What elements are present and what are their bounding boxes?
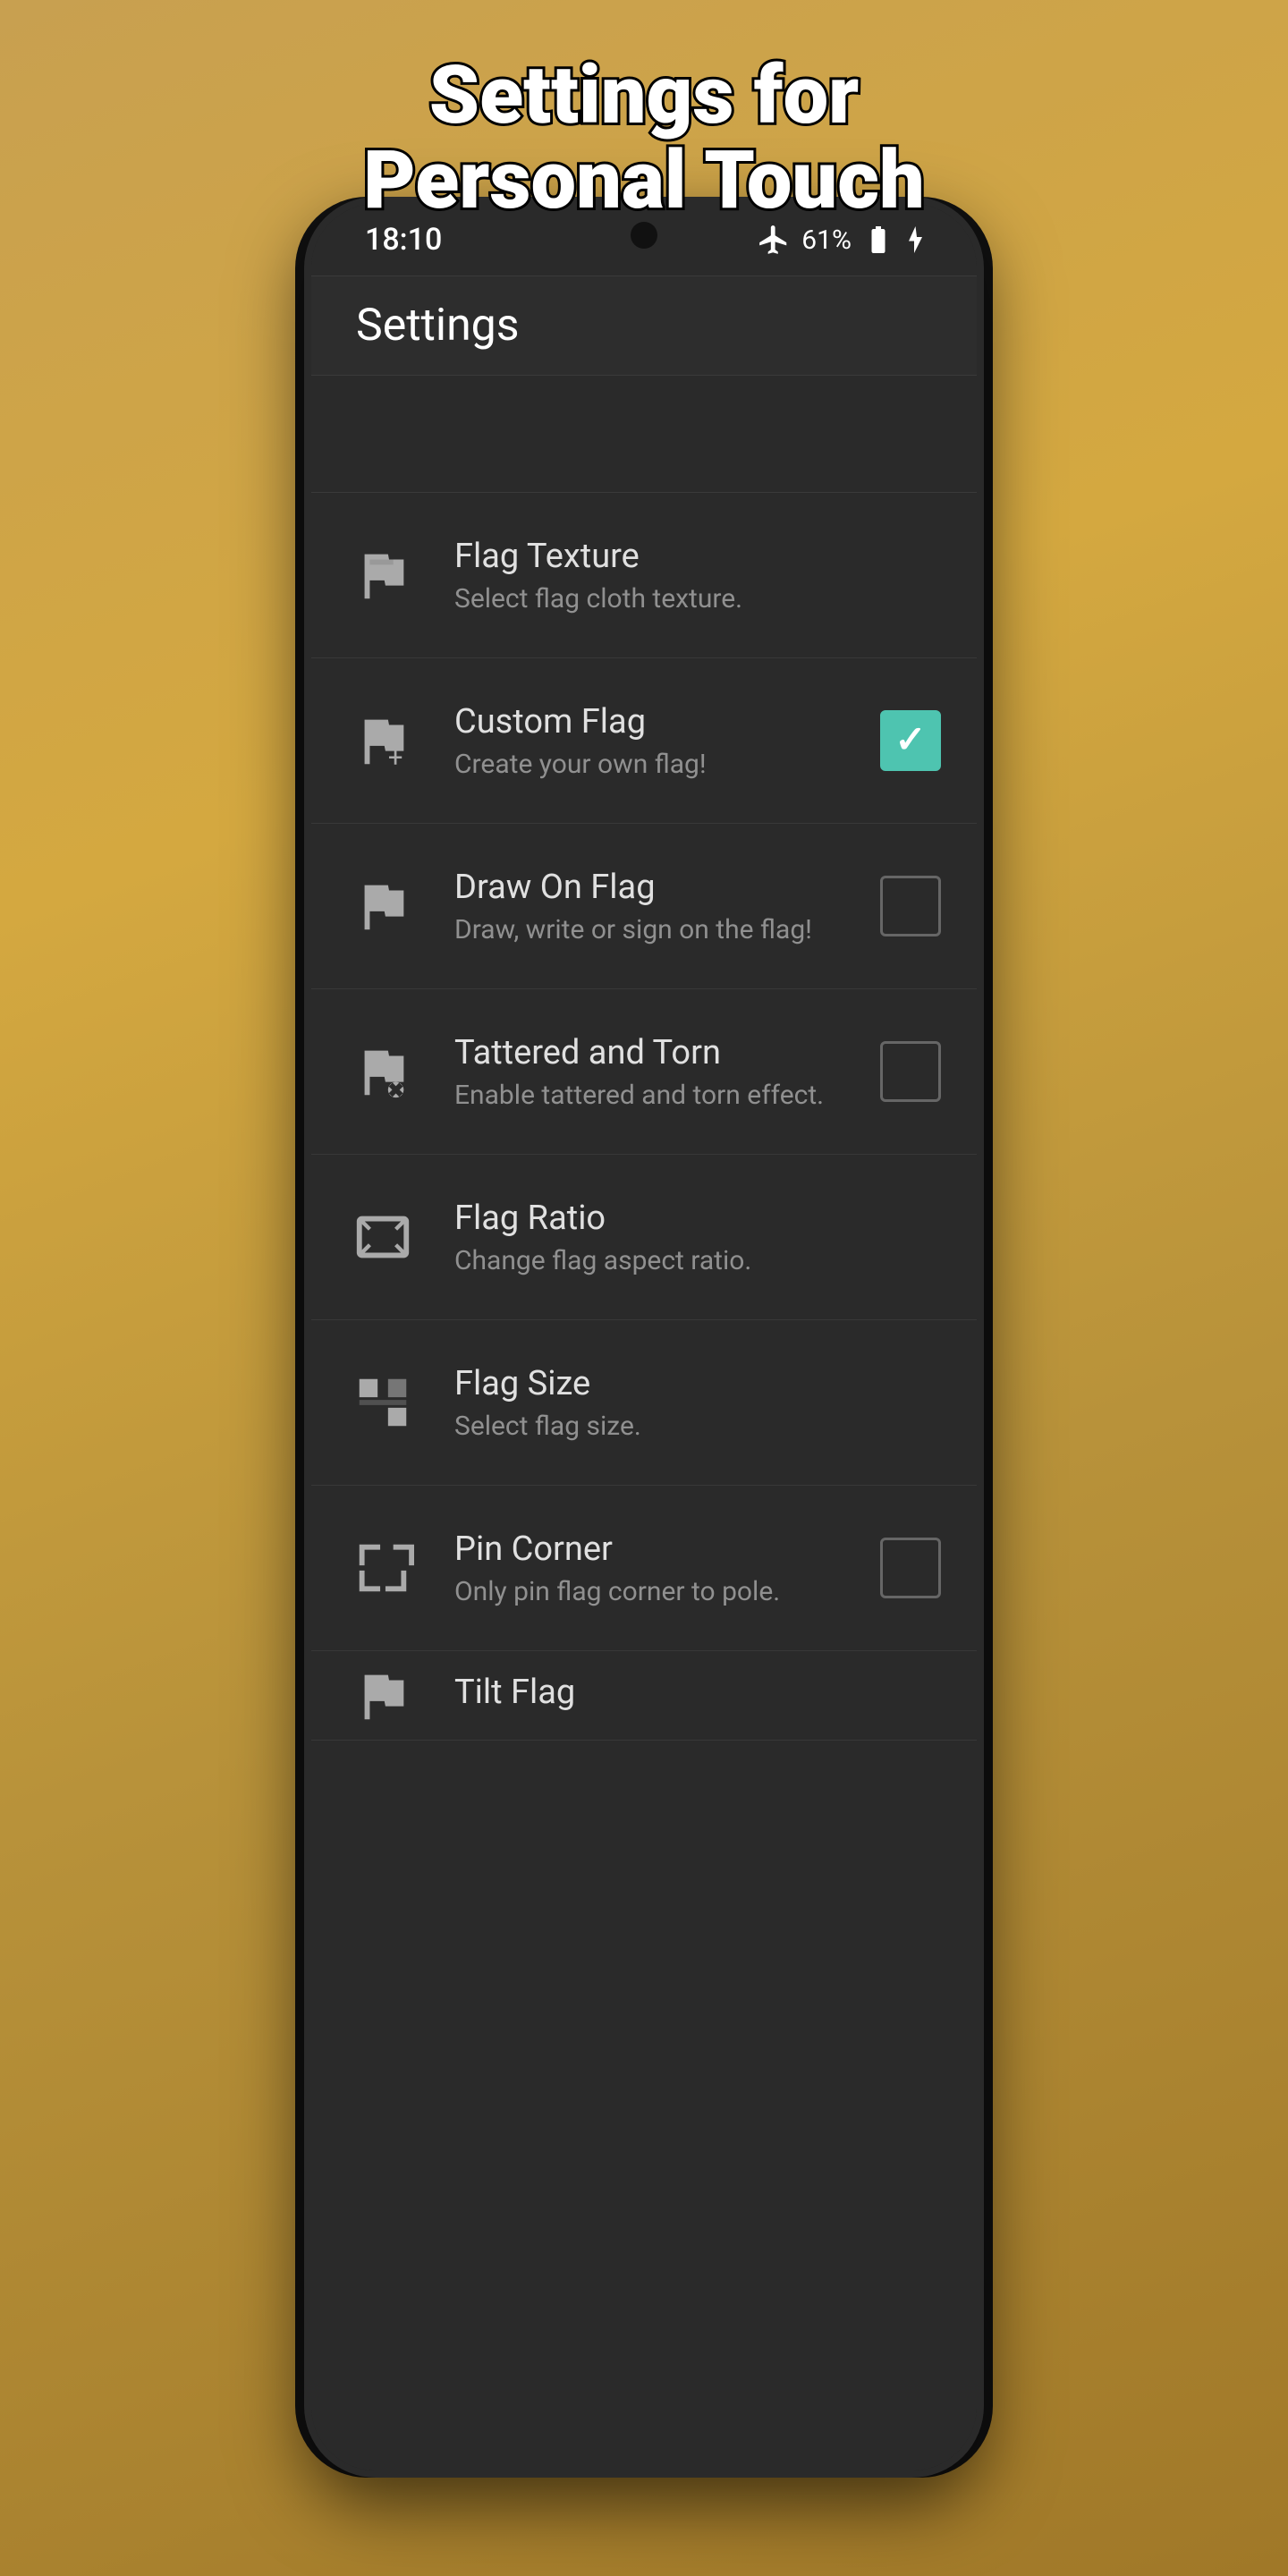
settings-list: Flag Texture Select flag cloth texture. …	[311, 493, 977, 2470]
custom-flag-checkbox[interactable]	[880, 710, 941, 771]
settings-item-tattered[interactable]: Tattered and Torn Enable tattered and to…	[311, 989, 977, 1155]
settings-item-draw-on-flag[interactable]: Draw On Flag Draw, write or sign on the …	[311, 824, 977, 989]
svg-text:+: +	[388, 743, 403, 772]
settings-item-flag-texture[interactable]: Flag Texture Select flag cloth texture.	[311, 493, 977, 658]
app-bar: Settings	[311, 276, 977, 375]
pin-corner-text: Pin Corner Only pin flag corner to pole.	[454, 1530, 880, 1607]
flag-size-subtitle: Select flag size.	[454, 1411, 941, 1442]
tilt-flag-text: Tilt Flag	[454, 1673, 941, 1719]
settings-item-flag-size[interactable]: Flag Size Select flag size.	[311, 1320, 977, 1486]
tattered-checkbox[interactable]	[880, 1041, 941, 1102]
custom-flag-subtitle: Create your own flag!	[454, 749, 880, 780]
flag-texture-subtitle: Select flag cloth texture.	[454, 583, 941, 614]
status-icons: 61%	[757, 223, 923, 257]
flag-texture-text: Flag Texture Select flag cloth texture.	[454, 537, 941, 614]
custom-flag-icon: +	[347, 705, 419, 776]
settings-item-tilt-flag[interactable]: Tilt Flag	[311, 1651, 977, 1741]
tattered-icon	[347, 1036, 419, 1107]
flag-ratio-text: Flag Ratio Change flag aspect ratio.	[454, 1199, 941, 1276]
status-time: 18:10	[365, 222, 442, 258]
pin-corner-title: Pin Corner	[454, 1530, 880, 1569]
tattered-title: Tattered and Torn	[454, 1033, 880, 1072]
settings-item-flag-ratio[interactable]: Flag Ratio Change flag aspect ratio.	[311, 1155, 977, 1320]
flag-texture-title: Flag Texture	[454, 537, 941, 576]
tattered-subtitle: Enable tattered and torn effect.	[454, 1080, 880, 1111]
flag-texture-icon	[347, 539, 419, 611]
settings-item-custom-flag[interactable]: + Custom Flag Create your own flag!	[311, 658, 977, 824]
page-bg-title: Settings for Personal Touch	[286, 54, 1002, 223]
settings-item-pin-corner[interactable]: Pin Corner Only pin flag corner to pole.	[311, 1486, 977, 1651]
flag-size-title: Flag Size	[454, 1364, 941, 1403]
pin-corner-checkbox[interactable]	[880, 1538, 941, 1598]
flag-ratio-subtitle: Change flag aspect ratio.	[454, 1245, 941, 1276]
flag-size-icon	[347, 1367, 419, 1438]
draw-flag-icon	[347, 870, 419, 942]
flag-ratio-icon	[347, 1201, 419, 1273]
draw-flag-checkbox[interactable]	[880, 876, 941, 936]
empty-section	[311, 376, 977, 492]
charging-icon	[905, 224, 923, 256]
airplane-icon	[757, 223, 791, 257]
custom-flag-title: Custom Flag	[454, 702, 880, 741]
draw-flag-text: Draw On Flag Draw, write or sign on the …	[454, 868, 880, 945]
tilt-flag-icon	[347, 1660, 419, 1732]
tilt-flag-title: Tilt Flag	[454, 1673, 941, 1712]
custom-flag-text: Custom Flag Create your own flag!	[454, 702, 880, 780]
tattered-text: Tattered and Torn Enable tattered and to…	[454, 1033, 880, 1111]
battery-icon	[862, 224, 894, 256]
pin-corner-icon	[347, 1532, 419, 1604]
draw-flag-subtitle: Draw, write or sign on the flag!	[454, 914, 880, 945]
flag-ratio-title: Flag Ratio	[454, 1199, 941, 1238]
battery-percentage: 61%	[801, 225, 852, 256]
pin-corner-subtitle: Only pin flag corner to pole.	[454, 1576, 880, 1607]
phone-frame: 18:10 61% Settings	[304, 197, 984, 2478]
draw-flag-title: Draw On Flag	[454, 868, 880, 907]
flag-size-text: Flag Size Select flag size.	[454, 1364, 941, 1442]
app-bar-title: Settings	[356, 300, 520, 352]
